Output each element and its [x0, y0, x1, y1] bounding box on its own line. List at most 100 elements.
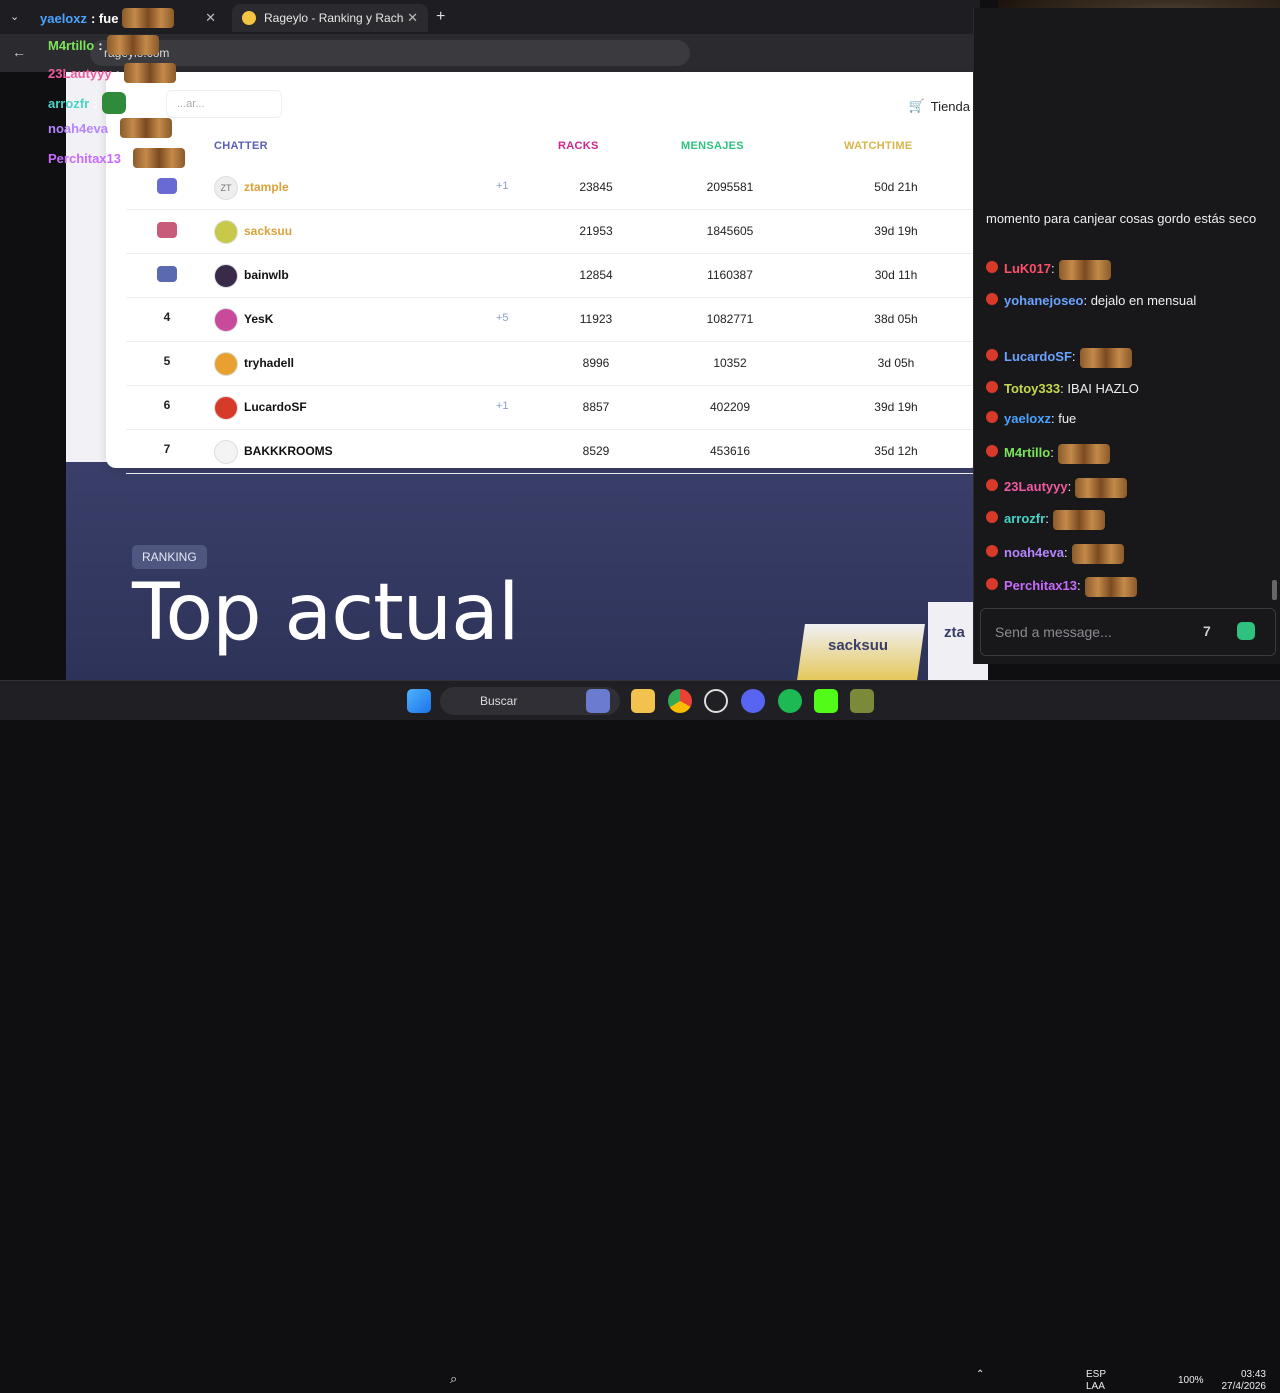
file-explorer-icon[interactable]: [631, 689, 655, 713]
emote-image: [122, 8, 175, 28]
tab-title: Rageylo - Ranking y Racha de s: [264, 11, 404, 25]
new-tab-button[interactable]: +: [436, 8, 445, 26]
battery-percentage[interactable]: 100%: [1178, 1375, 1204, 1386]
chat-username[interactable]: arrozfr: [1004, 511, 1045, 526]
header-chatter[interactable]: CHATTER: [214, 140, 268, 152]
gear-badge-icon: [157, 266, 177, 282]
user-badge-icon: [986, 411, 998, 423]
clock-time: 03:43: [1240, 1369, 1266, 1380]
chat-username[interactable]: yohanejoseo: [1004, 293, 1083, 308]
chat-username[interactable]: Perchitax13: [1004, 578, 1077, 593]
mensajes-cell: 1082771: [706, 312, 754, 326]
chat-username[interactable]: yaeloxz: [1004, 411, 1051, 426]
overlay-username: yaeloxz: [40, 10, 87, 26]
chatter-name[interactable]: LucardoSF: [244, 400, 307, 414]
header-mensajes[interactable]: MENSAJES: [681, 140, 744, 152]
user-badge-icon: [986, 511, 998, 523]
chat-message: Perchitax13:: [986, 575, 1276, 597]
ranking-card: ...ar... 🛒 Tienda CHATTER RACKS MENSAJES…: [106, 72, 980, 474]
mensajes-cell: 402209: [709, 400, 751, 414]
close-tab-icon[interactable]: ✕: [407, 10, 418, 26]
overlay-message: :: [98, 37, 103, 53]
tab-active[interactable]: Rageylo - Ranking y Racha de s ✕: [232, 4, 428, 32]
chat-text: : IBAI HAZLO: [1060, 381, 1139, 396]
search-input[interactable]: ...ar...: [166, 90, 282, 118]
table-row[interactable]: ZT ztample +1 23845 2095581 50d 21h: [126, 166, 980, 210]
emote-image: [133, 148, 186, 168]
chat-text: :: [1045, 511, 1049, 526]
shop-label: Tienda: [930, 98, 970, 114]
table-row[interactable]: 7 BAKKKROOMS 8529 453616 35d 12h: [126, 430, 980, 474]
chat-username[interactable]: 23Lautyyy: [1004, 479, 1068, 494]
back-arrow-icon[interactable]: ←: [12, 44, 26, 60]
emote-picker-icon[interactable]: [1237, 622, 1255, 640]
chatter-name[interactable]: ztample: [244, 180, 289, 194]
header-watchtime[interactable]: WATCHTIME: [844, 140, 913, 152]
chat-username[interactable]: LucardoSF: [1004, 349, 1072, 364]
emote-image: [1058, 259, 1111, 280]
overlay-username: 23Lautyyy: [48, 65, 112, 81]
watchtime-cell: 38d 05h: [874, 312, 918, 326]
chat-message: Totoy333: IBAI HAZLO: [986, 378, 1276, 399]
rank-cell: [156, 178, 178, 197]
mensajes-cell: 453616: [709, 444, 751, 458]
chat-text: : dejalo en mensual: [1083, 293, 1197, 308]
chatter-name[interactable]: sacksuu: [244, 224, 292, 238]
chatter-name[interactable]: BAKKKROOMS: [244, 444, 333, 458]
chat-username[interactable]: LuK017: [1004, 261, 1051, 276]
table-row[interactable]: 6 LucardoSF +1 8857 402209 39d 19h: [126, 386, 980, 430]
seventv-icon[interactable]: 7: [1203, 623, 1211, 639]
table-row[interactable]: sacksuu 21953 1845605 39d 19h: [126, 210, 980, 254]
chatter-name[interactable]: tryhadell: [244, 356, 294, 370]
emote-image: [1057, 443, 1110, 464]
chat-username[interactable]: noah4eva: [1004, 545, 1064, 560]
emote-image: [1075, 477, 1128, 498]
widget-icon[interactable]: [586, 689, 610, 713]
url-field[interactable]: rageylo.com: [90, 40, 690, 66]
chatter-name[interactable]: YesK: [244, 312, 273, 326]
windows-start-icon[interactable]: [407, 689, 431, 713]
spotify-icon[interactable]: [778, 689, 802, 713]
close-tab-icon[interactable]: ✕: [205, 10, 216, 26]
chat-scrollbar[interactable]: [1272, 580, 1277, 600]
mensajes-cell: 10352: [713, 356, 747, 370]
chat-text: momento para canjear cosas gordo estás s…: [986, 211, 1257, 226]
chat-message: LucardoSF:: [986, 346, 1276, 368]
discord-icon[interactable]: [741, 689, 765, 713]
chat-message: M4rtillo:: [986, 442, 1276, 464]
clock[interactable]: 03:43 27/4/2026: [1220, 1369, 1267, 1393]
avatar: [214, 440, 238, 464]
flower-badge-icon: [157, 222, 177, 238]
table-row[interactable]: 5 tryhadell 8996 10352 3d 05h: [126, 342, 980, 386]
game-icon[interactable]: [850, 689, 874, 713]
chatter-name[interactable]: bainwlb: [244, 268, 289, 282]
lang-indicator[interactable]: ESP LAA: [1086, 1369, 1106, 1393]
kick-icon[interactable]: [814, 689, 838, 713]
chat-text: :: [1050, 261, 1055, 276]
table-row[interactable]: 4 YesK +5 11923 1082771 38d 05h: [126, 298, 980, 342]
emote-image: [101, 92, 126, 114]
tray-chevron-icon[interactable]: ⌃: [976, 1369, 984, 1380]
user-badge-icon: [986, 545, 998, 557]
page-viewport: ...ar... 🛒 Tienda CHATTER RACKS MENSAJES…: [66, 72, 988, 680]
header-racks[interactable]: RACKS: [558, 140, 599, 152]
app-icon[interactable]: [704, 689, 728, 713]
watchtime-cell: 30d 11h: [874, 268, 918, 282]
overlay-message: : fue: [90, 10, 119, 26]
chat-input[interactable]: Send a message... 7: [980, 608, 1276, 656]
user-badge-icon: [986, 293, 998, 305]
chrome-icon[interactable]: [668, 689, 692, 713]
table-row[interactable]: bainwlb 12854 1160387 30d 11h: [126, 254, 980, 298]
chat-username[interactable]: M4rtillo: [1004, 445, 1050, 460]
chat-text: :: [1067, 479, 1072, 494]
avatar: [214, 220, 238, 244]
overlay-message: :: [111, 120, 117, 136]
chat-message: yaeloxz: fue: [986, 408, 1276, 429]
chat-text: :: [1071, 349, 1076, 364]
avatar: ZT: [214, 176, 238, 200]
emote-image: [1079, 347, 1132, 368]
tab-list-chevron-icon[interactable]: ⌄: [10, 10, 19, 23]
overlay-chat-line: 23Lautyyy:: [48, 63, 176, 83]
chat-username[interactable]: Totoy333: [1004, 381, 1060, 396]
shop-button[interactable]: 🛒 Tienda: [898, 92, 980, 120]
